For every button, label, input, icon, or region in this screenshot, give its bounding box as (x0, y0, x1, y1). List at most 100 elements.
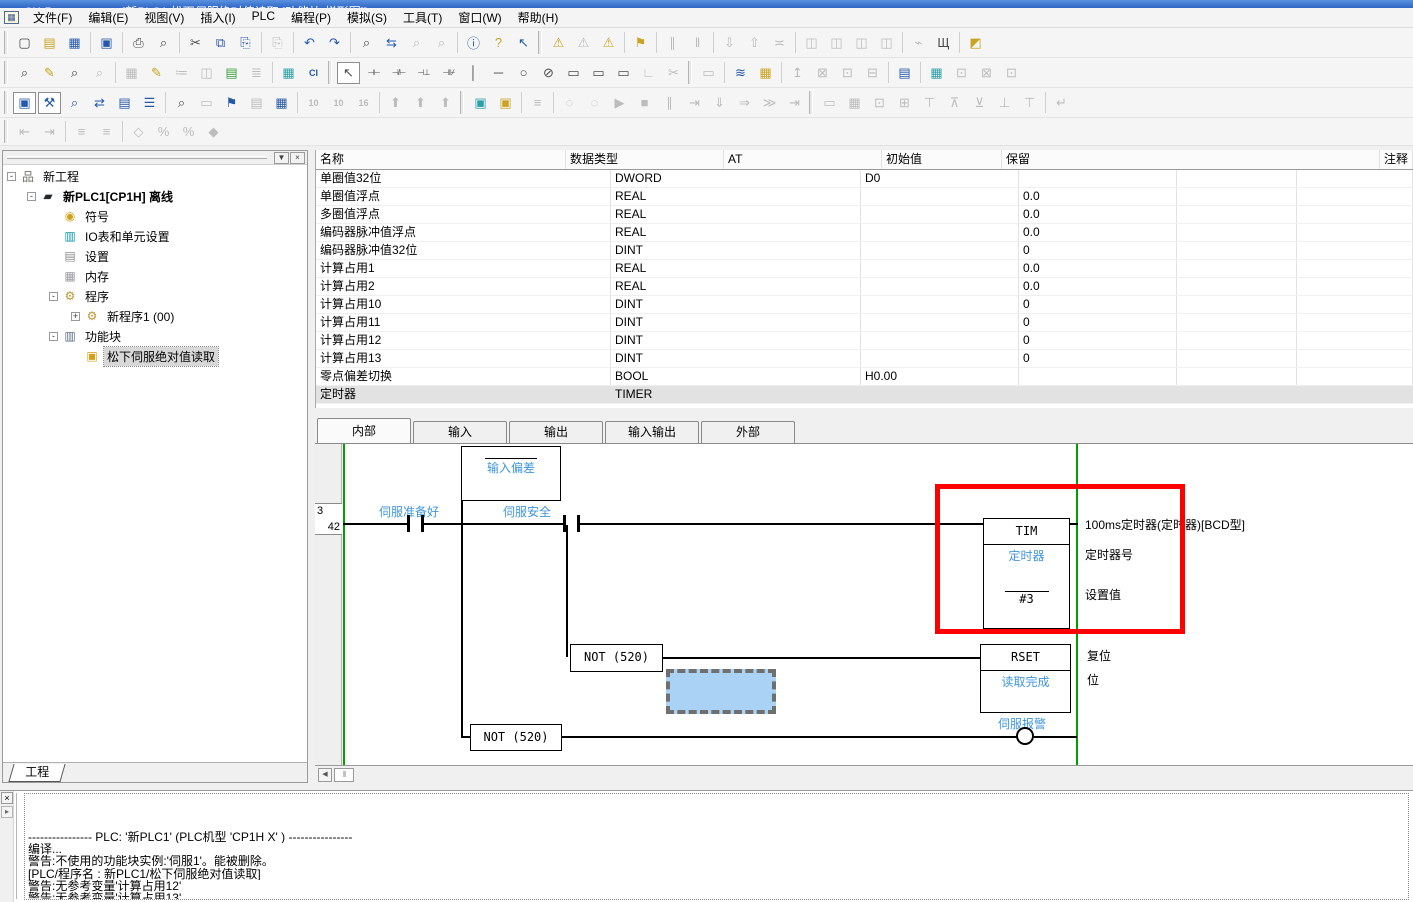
find-next-icon[interactable]: ⌕ (430, 32, 453, 54)
help-icon[interactable]: ? (487, 32, 510, 54)
fb-online-3-icon[interactable]: % (177, 121, 200, 143)
cell-retain[interactable] (1177, 332, 1297, 349)
tree-item[interactable]: - ⚙ 程序 (3, 286, 307, 306)
menu-item[interactable]: 插入(I) (192, 6, 243, 29)
differential-monitor-icon[interactable]: ⌁ (907, 32, 930, 54)
hc-monitor-icon[interactable]: ▦ (925, 62, 948, 84)
table-row[interactable]: 计算占用1 REAL 0.0 (316, 260, 1413, 278)
tree-item-label[interactable]: 新程序1 (00) (104, 307, 177, 326)
window-address-ref-icon[interactable]: ▤ (113, 92, 136, 114)
column-header[interactable]: 注释 (1380, 150, 1413, 169)
delete-horizontal-icon[interactable]: ✂ (662, 62, 685, 84)
tree-item[interactable]: - ▰ 新PLC1[CP1H] 离线 (3, 186, 307, 206)
find-previous-icon[interactable]: ⌕ (405, 32, 428, 54)
cell-name[interactable]: 单圈值浮点 (316, 188, 611, 205)
cell-at[interactable] (861, 332, 1019, 349)
sim-stop-icon[interactable]: ■ (633, 92, 656, 114)
time-chart-monitor-icon[interactable]: Щ (932, 32, 955, 54)
align-top-icon[interactable]: ≡ (70, 121, 93, 143)
fb-remove-icon[interactable]: ⊟ (861, 62, 884, 84)
multiple-online-icon[interactable]: ≡ (526, 92, 549, 114)
cell-initial[interactable]: 0.0 (1019, 278, 1177, 295)
tree-item-label[interactable]: 程序 (82, 287, 112, 306)
cell-datatype[interactable]: DINT (611, 242, 861, 259)
align-bottom-icon[interactable]: ≡ (95, 121, 118, 143)
cell-comment[interactable] (1297, 278, 1413, 295)
column-header[interactable]: 数据类型 (566, 150, 724, 169)
cell-at[interactable] (861, 188, 1019, 205)
tree-item-label[interactable]: 新工程 (40, 167, 82, 186)
window-output-icon[interactable]: ⚒ (38, 92, 61, 114)
zoom-edit-icon[interactable]: ✎ (38, 62, 61, 84)
grid-toggle-icon[interactable]: ▦ (120, 62, 143, 84)
cell-name[interactable]: 编码器脉冲值浮点 (316, 224, 611, 241)
table-row[interactable]: 计算占用10 DINT 0 (316, 296, 1413, 314)
cell-comment[interactable] (1297, 332, 1413, 349)
window-project-icon[interactable]: ▣ (13, 92, 36, 114)
rset-instruction-block[interactable]: RSET 读取完成 (980, 644, 1071, 713)
zoom-fit-icon[interactable]: ⌕ (88, 62, 111, 84)
column-header[interactable]: AT (724, 150, 882, 169)
table-row[interactable]: 计算占用13 DINT 0 (316, 350, 1413, 368)
indent-icon[interactable]: ⇤ (13, 121, 36, 143)
cell-name[interactable]: 单圈值32位 (316, 170, 611, 187)
tree-expand-icon[interactable]: - (49, 332, 58, 341)
cell-retain[interactable] (1177, 386, 1297, 403)
menu-item[interactable]: 编辑(E) (80, 6, 136, 29)
cell-datatype[interactable]: DINT (611, 350, 861, 367)
cell-comment[interactable] (1297, 242, 1413, 259)
about-icon[interactable]: ⓘ (462, 32, 485, 54)
save-icon[interactable]: ▦ (63, 32, 86, 54)
timer-tool-3-icon[interactable]: ⊻ (968, 92, 991, 114)
column-header[interactable]: 名称 (316, 150, 566, 169)
io-monitor-4-icon[interactable]: ⊞ (893, 92, 916, 114)
rung-number-cell[interactable]: 3 42 (315, 503, 342, 535)
sim-step-in-icon[interactable]: ⇒ (733, 92, 756, 114)
tree-expand-icon[interactable]: - (49, 292, 58, 301)
table-row[interactable]: 多圈值浮点 REAL 0.0 (316, 206, 1413, 224)
tree-item-label[interactable]: 符号 (82, 207, 112, 226)
fb-view-3-icon[interactable]: ⊡ (1000, 62, 1023, 84)
cell-datatype[interactable]: REAL (611, 260, 861, 277)
redo-icon[interactable]: ↷ (323, 32, 346, 54)
not-instruction-2[interactable]: NOT (520) (470, 724, 562, 751)
online-simulator-icon[interactable]: ⚑ (629, 32, 652, 54)
cell-at[interactable] (861, 314, 1019, 331)
scroll-thumb[interactable]: ⫴ (334, 768, 354, 782)
tree-item-label[interactable]: IO表和单元设置 (82, 227, 173, 246)
compare-with-plc-icon[interactable]: ≍ (768, 32, 791, 54)
vertical-tool-icon[interactable]: │ (462, 62, 485, 84)
selection-marquee[interactable] (666, 669, 776, 714)
cell-datatype[interactable]: DINT (611, 332, 861, 349)
table-row[interactable]: 编码器脉冲值32位 DINT 0 (316, 242, 1413, 260)
tree-item[interactable]: ◉ 符号 (3, 206, 307, 226)
menu-item[interactable]: 视图(V) (136, 6, 192, 29)
cell-comment[interactable] (1297, 260, 1413, 277)
cell-retain[interactable] (1177, 260, 1297, 277)
scroll-left-arrow[interactable]: ◀ (318, 768, 332, 782)
schedule-icon[interactable]: ▦ (754, 62, 777, 84)
cell-at[interactable]: D0 (861, 170, 1019, 187)
fb-tab[interactable]: 输入 (413, 421, 507, 443)
run-mode-icon[interactable]: ◫ (800, 32, 823, 54)
io-monitor-3-icon[interactable]: ⊡ (868, 92, 891, 114)
cell-initial[interactable]: 0.0 (1019, 260, 1177, 277)
monitor-decimal-icon[interactable]: 10 (302, 92, 325, 114)
tree-item[interactable]: ▥ IO表和单元设置 (3, 226, 307, 246)
menu-item[interactable]: 编程(P) (283, 6, 339, 29)
cell-datatype[interactable]: REAL (611, 278, 861, 295)
table-row[interactable]: 计算占用2 REAL 0.0 (316, 278, 1413, 296)
new-or-contact-icon[interactable]: ⊣⊥ (412, 62, 435, 84)
cut-icon[interactable]: ✂ (184, 32, 207, 54)
fb-online-4-icon[interactable]: ◆ (202, 121, 225, 143)
delete-vertical-icon[interactable]: ∟ (637, 62, 660, 84)
fb-view-2-icon[interactable]: ⊠ (975, 62, 998, 84)
cell-initial[interactable]: 0.0 (1019, 206, 1177, 223)
monitor-hex-icon[interactable]: 16 (352, 92, 375, 114)
memory-view-icon[interactable]: ▤ (245, 92, 268, 114)
cell-name[interactable]: 零点偏差切换 (316, 368, 611, 385)
panel-close-button[interactable]: × (290, 152, 305, 164)
new-coil-icon[interactable]: ○ (512, 62, 535, 84)
cell-initial[interactable] (1019, 368, 1177, 385)
cell-comment[interactable] (1297, 296, 1413, 313)
